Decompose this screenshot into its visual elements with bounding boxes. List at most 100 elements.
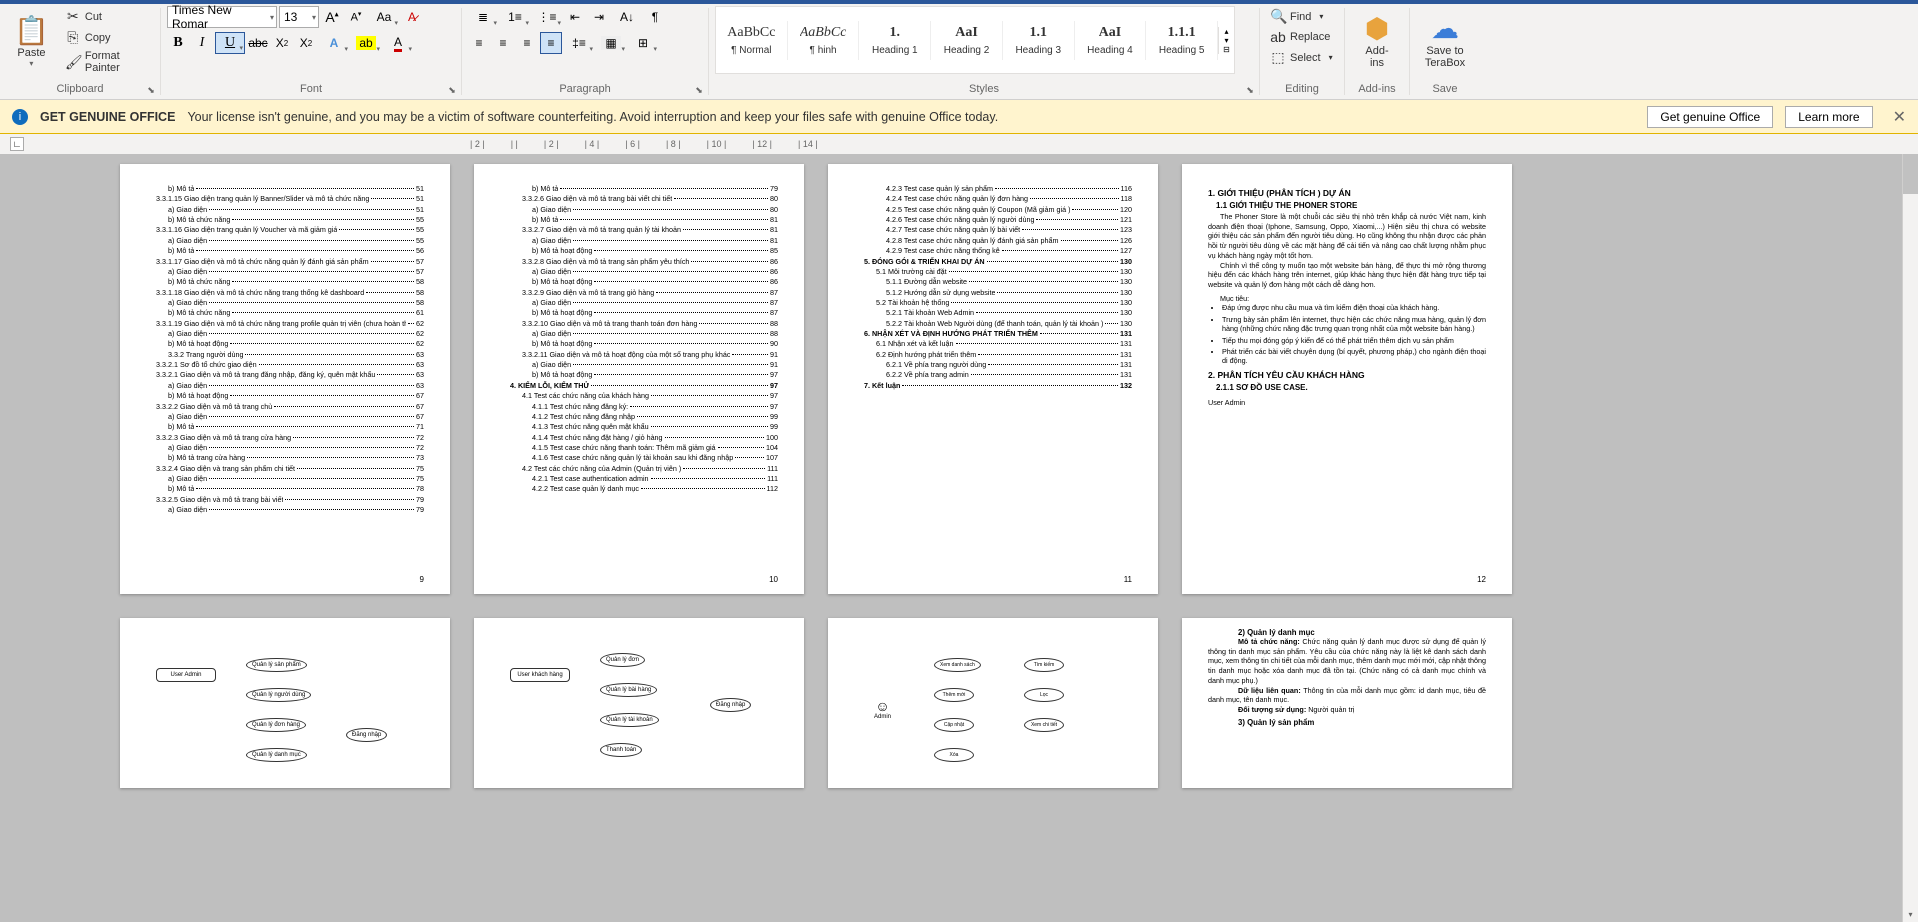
cut-label: Cut xyxy=(85,11,102,23)
genuine-office-banner: i GET GENUINE OFFICE Your license isn't … xyxy=(0,100,1918,134)
replace-button[interactable]: abReplace xyxy=(1266,27,1334,47)
align-left-button[interactable]: ≡ xyxy=(468,32,490,54)
style-item-3[interactable]: AaIHeading 2 xyxy=(931,21,1003,60)
text-effects-button[interactable]: A▾ xyxy=(319,32,349,54)
cut-button[interactable]: ✂Cut xyxy=(61,6,154,27)
format-painter-label: Format Painter xyxy=(85,50,150,74)
font-color-button[interactable]: A▾ xyxy=(383,32,413,54)
save-terabox-button[interactable]: ☁Save to TeraBox xyxy=(1416,6,1474,78)
chevron-down-icon: ▾ xyxy=(270,13,274,22)
justify-button[interactable]: ≡ xyxy=(540,32,562,54)
font-name-value: Times New Romar xyxy=(172,3,258,31)
copy-icon: ⎘ xyxy=(65,29,81,46)
copy-button[interactable]: ⎘ Copy xyxy=(61,27,154,48)
tab-selector[interactable]: ∟ xyxy=(10,137,24,151)
subscript-button[interactable]: X2 xyxy=(271,32,293,54)
font-dialog-launcher[interactable]: ⬊ xyxy=(445,83,459,97)
decrease-indent-button[interactable]: ⇤ xyxy=(564,6,586,28)
style-item-5[interactable]: AaIHeading 4 xyxy=(1075,21,1147,60)
diagram-ellipse: Lọc xyxy=(1024,688,1064,702)
style-item-0[interactable]: AaBbCc¶ Normal xyxy=(716,21,788,60)
superscript-button[interactable]: X2 xyxy=(295,32,317,54)
close-banner-button[interactable]: ✕ xyxy=(1893,107,1906,127)
diagram-ellipse: Quản lý danh mục xyxy=(246,748,307,762)
gallery-up[interactable]: ▴ xyxy=(1219,27,1234,36)
line-spacing-button[interactable]: ‡≡▾ xyxy=(564,32,594,54)
shading-button[interactable]: ▦▾ xyxy=(596,32,626,54)
styles-gallery[interactable]: AaBbCc¶ NormalAaBbCc¶ hinh1.Heading 1AaI… xyxy=(715,6,1235,74)
clipboard-dialog-launcher[interactable]: ⬊ xyxy=(144,83,158,97)
page-12: 1. GIỚI THIỆU (PHÂN TÍCH ) DỰ ÁN1.1 GIỚI… xyxy=(1182,164,1512,594)
gallery-down[interactable]: ▾ xyxy=(1219,36,1234,45)
copy-label: Copy xyxy=(85,32,111,44)
format-painter-button[interactable]: 🖌Format Painter xyxy=(61,48,154,76)
paste-button[interactable]: 📋 Paste ▾ xyxy=(6,6,57,78)
diagram-ellipse: Quản lý bài hàng xyxy=(600,683,657,697)
font-size-combo[interactable]: 13▾ xyxy=(279,6,319,28)
select-button[interactable]: ⬚Select▾ xyxy=(1266,47,1337,68)
underline-button[interactable]: U▾ xyxy=(215,32,245,54)
sort-button[interactable]: A↓ xyxy=(612,6,642,28)
ribbon: 📋 Paste ▾ ✂Cut ⎘Copy 🖌Format Painter Cli… xyxy=(0,4,1918,100)
addins-button[interactable]: ⬢Add-ins xyxy=(1351,6,1403,78)
clear-formatting-button[interactable]: A̷ xyxy=(401,6,423,28)
show-paragraph-marks-button[interactable]: ¶ xyxy=(644,6,666,28)
warning-title: GET GENUINE OFFICE xyxy=(40,110,175,124)
addins-group-label: Add-ins xyxy=(1351,81,1403,97)
vertical-scrollbar[interactable]: ▴ ▾ xyxy=(1902,154,1918,922)
page-number: 11 xyxy=(1124,575,1132,584)
diagram-ellipse: Xem danh sách xyxy=(934,658,981,672)
bold-button[interactable]: B xyxy=(167,32,189,54)
scroll-thumb[interactable] xyxy=(1903,154,1918,194)
page-9: b) Mô tả513.3.1.15 Giao diện trang quản … xyxy=(120,164,450,594)
style-item-1[interactable]: AaBbCc¶ hinh xyxy=(788,21,860,60)
style-item-2[interactable]: 1.Heading 1 xyxy=(859,21,931,60)
strikethrough-button[interactable]: abc xyxy=(247,32,269,54)
highlight-button[interactable]: ab▾ xyxy=(351,32,381,54)
diagram-ellipse: Quản lý người dùng xyxy=(246,688,311,702)
align-right-button[interactable]: ≡ xyxy=(516,32,538,54)
diagram-actor: Admin xyxy=(874,698,891,720)
multilevel-list-button[interactable]: ⋮≡▾ xyxy=(532,6,562,28)
align-center-button[interactable]: ≡ xyxy=(492,32,514,54)
page-number: 9 xyxy=(420,575,424,584)
replace-icon: ab xyxy=(1270,29,1286,45)
chevron-down-icon: ▾ xyxy=(312,13,316,22)
page-10: b) Mô tả793.3.2.6 Giao diện và mô tả tra… xyxy=(474,164,804,594)
font-name-combo[interactable]: Times New Romar ▾ xyxy=(167,6,277,28)
diagram-ellipse: Đăng nhập xyxy=(346,728,387,742)
select-icon: ⬚ xyxy=(1270,49,1286,66)
grow-font-button[interactable]: A▴ xyxy=(321,6,343,28)
borders-button[interactable]: ⊞▾ xyxy=(628,32,658,54)
increase-indent-button[interactable]: ⇥ xyxy=(588,6,610,28)
learn-more-button[interactable]: Learn more xyxy=(1785,106,1872,128)
numbering-button[interactable]: 1≡▾ xyxy=(500,6,530,28)
diagram-ellipse: Đăng nhập xyxy=(710,698,751,712)
find-button[interactable]: 🔍Find▾ xyxy=(1266,6,1327,27)
get-genuine-office-button[interactable]: Get genuine Office xyxy=(1647,106,1773,128)
document-area[interactable]: b) Mô tả513.3.1.15 Giao diện trang quản … xyxy=(0,154,1918,922)
diagram-box: User Admin xyxy=(156,668,216,682)
horizontal-ruler[interactable]: | 2 || || 2 || 4 || 6 || 8 || 10 || 12 |… xyxy=(470,139,818,149)
shrink-font-button[interactable]: A▾ xyxy=(345,6,367,28)
page-13: User Admin Quản lý sản phẩm Quản lý ngườ… xyxy=(120,618,450,788)
group-save: ☁Save to TeraBox Save xyxy=(1410,4,1480,99)
style-item-6[interactable]: 1.1.1Heading 5 xyxy=(1146,21,1218,60)
group-editing: 🔍Find▾ abReplace ⬚Select▾ Editing xyxy=(1260,4,1344,99)
styles-dialog-launcher[interactable]: ⬊ xyxy=(1243,83,1257,97)
italic-button[interactable]: I xyxy=(191,32,213,54)
addins-button-label: Add-ins xyxy=(1359,45,1395,69)
info-icon: i xyxy=(12,109,28,125)
diagram-ellipse: Quản lý đơn xyxy=(600,653,645,667)
format-painter-icon: 🖌 xyxy=(65,54,81,71)
diagram-box: User khách hàng xyxy=(510,668,570,682)
style-item-4[interactable]: 1.1Heading 3 xyxy=(1003,21,1075,60)
paragraph-dialog-launcher[interactable]: ⬊ xyxy=(692,83,706,97)
change-case-button[interactable]: Aa▾ xyxy=(369,6,399,28)
save-group-label: Save xyxy=(1416,81,1474,97)
terabox-icon: ☁ xyxy=(1431,15,1459,43)
bullets-button[interactable]: ≣▾ xyxy=(468,6,498,28)
gallery-more[interactable]: ⊟ xyxy=(1219,45,1234,54)
scroll-down-button[interactable]: ▾ xyxy=(1903,906,1918,922)
page-11: 4.2.3 Test case quản lý sản phẩm1164.2.4… xyxy=(828,164,1158,594)
